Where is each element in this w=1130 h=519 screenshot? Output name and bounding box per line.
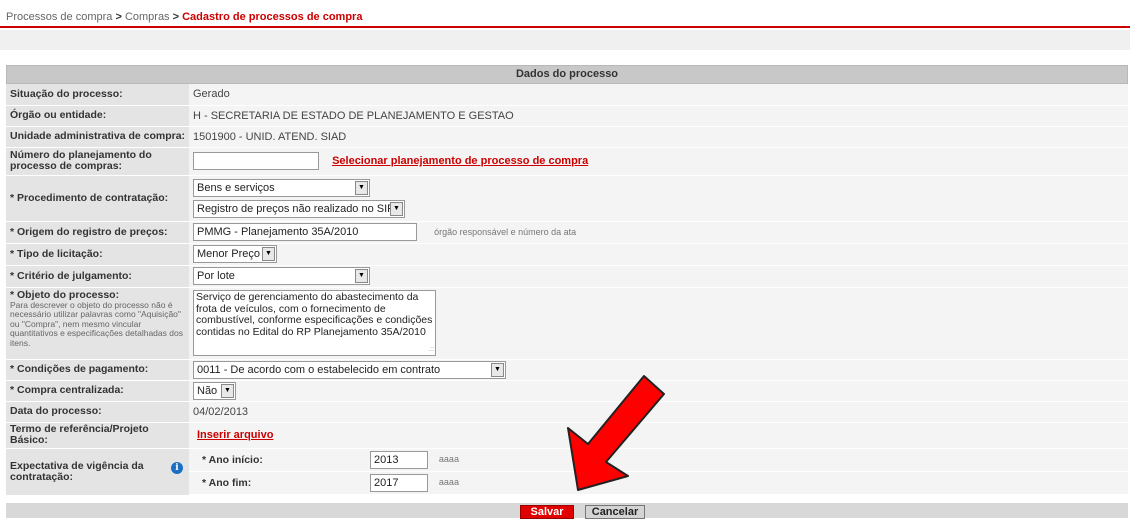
panel-title: Dados do processo bbox=[6, 65, 1128, 84]
objeto-cell: Serviço de gerenciamento do abasteciment… bbox=[189, 287, 1128, 360]
vigencia-label-cell: Expectativa de vigência da contratação: … bbox=[6, 448, 189, 496]
origem-input[interactable]: PMMG - Planejamento 35A/2010 bbox=[193, 223, 417, 241]
select-planejamento-link[interactable]: Selecionar planejamento de processo de c… bbox=[332, 155, 588, 167]
condicoes-select[interactable]: 0011 - De acordo com o estabelecido em c… bbox=[193, 360, 506, 379]
tipo-cell: Menor Preço ▼ bbox=[189, 243, 1128, 266]
unidade-label: Unidade administrativa de compra: bbox=[6, 126, 189, 148]
situacao-value: Gerado bbox=[189, 84, 1128, 106]
planejamento-cell: Selecionar planejamento de processo de c… bbox=[189, 147, 1128, 176]
procedimento-select-2[interactable]: Registro de preços não realizado no SIRP… bbox=[193, 200, 405, 218]
ano-inicio-unit: aaaa bbox=[438, 454, 459, 465]
planejamento-label: Número do planejamento do processo de co… bbox=[6, 147, 189, 176]
ano-inicio-label: * Ano início: bbox=[189, 448, 370, 472]
info-icon[interactable]: i bbox=[171, 461, 183, 474]
chevron-down-icon: ▼ bbox=[390, 202, 403, 216]
breadcrumb-compras-link[interactable]: Compras bbox=[125, 11, 170, 23]
objeto-label-cell: * Objeto do processo: Para descrever o o… bbox=[6, 287, 189, 360]
chevron-down-icon: ▼ bbox=[355, 181, 368, 195]
orgao-value: H - SECRETARIA DE ESTADO DE PLANEJAMENTO… bbox=[189, 105, 1128, 127]
procedimento-cell: Bens e serviços ▼ Registro de preços não … bbox=[189, 175, 1128, 222]
criterio-label: * Critério de julgamento: bbox=[6, 265, 189, 288]
origem-hint: órgão responsável e número da ata bbox=[434, 226, 577, 237]
planejamento-input[interactable] bbox=[193, 152, 319, 170]
chevron-down-icon: ▼ bbox=[262, 247, 275, 261]
termo-label: Termo de referência/Projeto Básico: bbox=[6, 422, 189, 449]
criterio-select[interactable]: Por lote ▼ bbox=[193, 267, 370, 285]
chevron-down-icon: ▼ bbox=[355, 269, 368, 283]
breadcrumb-current: Cadastro de processos de compra bbox=[182, 11, 363, 23]
procedimento-label: * Procedimento de contratação: bbox=[6, 175, 189, 222]
ano-fim-cell: 2017 aaaa bbox=[370, 471, 1128, 495]
objeto-textarea[interactable]: Serviço de gerenciamento do abasteciment… bbox=[193, 290, 436, 356]
inserir-arquivo-link[interactable]: Inserir arquivo bbox=[197, 429, 273, 441]
toolbar-strip bbox=[0, 30, 1130, 50]
annotation-arrow-icon bbox=[567, 375, 665, 491]
ano-fim-input[interactable]: 2017 bbox=[370, 473, 428, 492]
cancel-button[interactable]: Cancelar bbox=[585, 505, 645, 519]
vigencia-label: Expectativa de vigência da contratação: bbox=[10, 459, 144, 483]
origem-cell: PMMG - Planejamento 35A/2010 órgão respo… bbox=[189, 221, 1128, 244]
ano-fim-label: * Ano fim: bbox=[189, 471, 370, 495]
data-label: Data do processo: bbox=[6, 401, 189, 423]
criterio-select-value: Por lote bbox=[197, 270, 235, 282]
action-bar: Salvar Cancelar bbox=[6, 503, 1128, 519]
orgao-label: Órgão ou entidade: bbox=[6, 105, 189, 127]
annotation-arrow-shape bbox=[567, 375, 665, 491]
procedimento-select-1[interactable]: Bens e serviços ▼ bbox=[193, 179, 370, 197]
condicoes-select-value: 0011 - De acordo com o estabelecido em c… bbox=[197, 363, 441, 376]
criterio-cell: Por lote ▼ bbox=[189, 265, 1128, 288]
centralizada-label: * Compra centralizada: bbox=[6, 380, 189, 402]
breadcrumb-separator: > bbox=[112, 11, 125, 23]
procedimento-select-1-value: Bens e serviços bbox=[197, 182, 275, 194]
breadcrumb: Processos de compra > Compras > Cadastro… bbox=[6, 11, 362, 23]
ano-inicio-input[interactable]: 2013 bbox=[370, 450, 428, 469]
procedimento-select-2-value: Registro de preços não realizado no SIRP bbox=[197, 203, 403, 215]
tipo-select-value: Menor Preço bbox=[197, 248, 260, 260]
objeto-text: Serviço de gerenciamento do abasteciment… bbox=[196, 291, 433, 338]
tipo-label: * Tipo de licitação: bbox=[6, 243, 189, 266]
situacao-label: Situação do processo: bbox=[6, 84, 189, 106]
resize-grip-icon[interactable]: .:: bbox=[428, 344, 434, 356]
ano-fim-unit: aaaa bbox=[438, 477, 459, 488]
breadcrumb-processos-link[interactable]: Processos de compra bbox=[6, 11, 112, 23]
save-button[interactable]: Salvar bbox=[520, 505, 574, 519]
unidade-value: 1501900 - UNID. ATEND. SIAD bbox=[189, 126, 1128, 148]
objeto-label: * Objeto do processo: bbox=[10, 288, 120, 301]
centralizada-select-value: Não bbox=[197, 384, 218, 397]
header-divider bbox=[0, 26, 1130, 28]
centralizada-select[interactable]: Não ▼ bbox=[193, 381, 236, 400]
tipo-select[interactable]: Menor Preço ▼ bbox=[193, 245, 277, 263]
ano-inicio-cell: 2013 aaaa bbox=[370, 448, 1128, 472]
condicoes-label: * Condições de pagamento: bbox=[6, 359, 189, 381]
breadcrumb-separator: > bbox=[169, 11, 183, 23]
chevron-down-icon: ▼ bbox=[491, 362, 504, 377]
origem-label: * Origem do registro de preços: bbox=[6, 221, 189, 244]
chevron-down-icon: ▼ bbox=[221, 383, 234, 398]
objeto-help: Para descrever o objeto do processo não … bbox=[10, 299, 183, 348]
